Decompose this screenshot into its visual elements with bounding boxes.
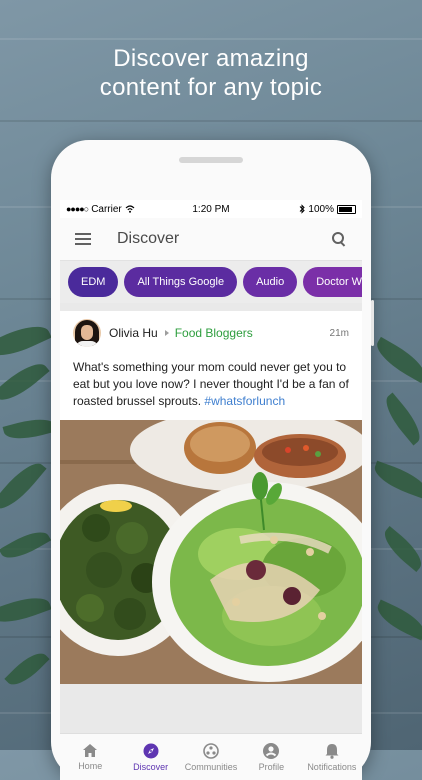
post-body: What's something your mom could never ge… (60, 355, 362, 420)
nav-discover[interactable]: Discover (120, 734, 180, 780)
profile-icon (263, 742, 280, 759)
avatar[interactable] (73, 319, 101, 347)
page-title: Discover (117, 230, 180, 247)
post-hashtag[interactable]: #whatsforlunch (204, 394, 285, 408)
bottom-navigation: Home Discover Communities Profile Notifi… (60, 733, 362, 780)
phone-frame: ●●●●○ Carrier 1:20 PM 100% Discover EDM … (51, 140, 374, 780)
bell-icon (325, 743, 339, 759)
headline-line-2: content for any topic (99, 74, 323, 101)
post-card[interactable]: Olivia Hu Food Bloggers 21m What's somet… (60, 311, 362, 684)
nav-profile-label: Profile (258, 761, 285, 772)
app-bar: Discover (60, 218, 362, 261)
feed: Olivia Hu Food Bloggers 21m What's somet… (60, 303, 362, 684)
post-community[interactable]: Food Bloggers (175, 326, 253, 340)
post-author[interactable]: Olivia Hu (109, 326, 158, 340)
communities-icon (203, 742, 219, 759)
chip-audio[interactable]: Audio (243, 267, 298, 297)
hamburger-menu-icon[interactable] (75, 230, 91, 248)
status-bar: ●●●●○ Carrier 1:20 PM 100% (60, 200, 362, 218)
nav-communities-label: Communities (184, 761, 238, 772)
search-icon[interactable] (332, 232, 346, 247)
phone-speaker (179, 157, 243, 163)
nav-home[interactable]: Home (60, 734, 120, 780)
nav-discover-label: Discover (133, 761, 169, 772)
home-icon (83, 744, 98, 757)
status-time: 1:20 PM (192, 203, 230, 215)
topic-chip-row: EDM All Things Google Audio Doctor Who (60, 261, 362, 303)
arrow-right-icon (164, 330, 169, 336)
compass-icon (143, 743, 159, 758)
nav-profile[interactable]: Profile (241, 734, 301, 780)
promo-headline: Discover amazing content for any topic (0, 44, 422, 102)
nav-notifications[interactable]: Notifications (302, 734, 362, 780)
headline-line-1: Discover amazing (113, 45, 309, 72)
phone-volume-button (371, 300, 374, 346)
post-header: Olivia Hu Food Bloggers 21m (60, 311, 362, 355)
post-time: 21m (329, 327, 349, 339)
chip-doctor-who[interactable]: Doctor Who (303, 267, 362, 297)
nav-communities[interactable]: Communities (181, 734, 241, 780)
post-photo[interactable] (60, 420, 362, 684)
chip-edm[interactable]: EDM (68, 267, 119, 297)
app-screen: ●●●●○ Carrier 1:20 PM 100% Discover EDM … (60, 200, 362, 780)
chip-all-things-google[interactable]: All Things Google (124, 267, 238, 297)
nav-notifications-label: Notifications (307, 761, 357, 772)
battery-icon (337, 204, 356, 214)
nav-home-label: Home (78, 761, 103, 771)
food-photo-image (60, 420, 362, 684)
